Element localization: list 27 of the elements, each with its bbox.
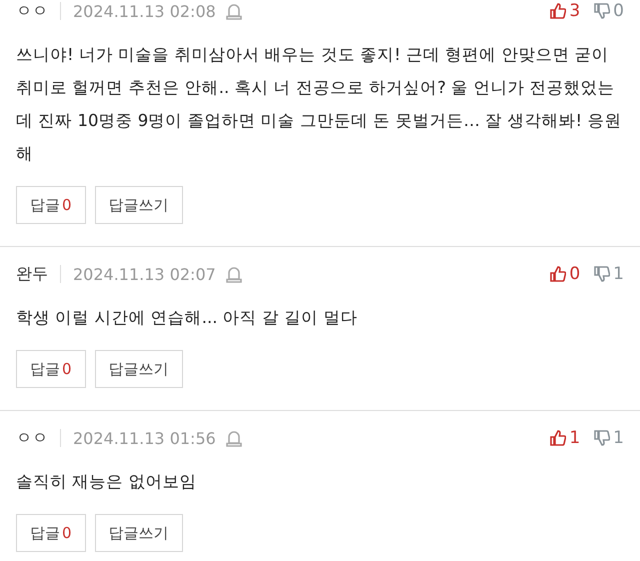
thumbs-down-icon: [594, 430, 610, 446]
write-reply-button[interactable]: 답글쓰기: [94, 186, 183, 224]
thumbs-up-icon: [550, 3, 566, 19]
comment-text: 학생 이럴 시간에 연습해... 아직 갈 길이 멀다: [16, 307, 358, 329]
comment-date: 2024.11.13 02:08: [73, 2, 216, 20]
comment-author: ㅇㅇ: [16, 428, 48, 448]
replies-button[interactable]: 답글 0: [16, 514, 86, 552]
thumbs-down-icon: [594, 266, 610, 282]
replies-button[interactable]: 답글 0: [16, 186, 86, 224]
comment-author: ㅇㅇ: [16, 0, 48, 22]
report-icon[interactable]: [226, 2, 242, 20]
report-icon[interactable]: [226, 429, 242, 447]
comment-text: 솔직히 재능은 없어보임: [16, 471, 198, 493]
write-reply-button[interactable]: 답글쓰기: [94, 514, 183, 552]
thumbs-down-icon: [594, 3, 610, 19]
comment-text: 쓰니야! 너가 미술을 취미삼아서 배우는 것도 좋지! 근데 형편에 안맞으면 굳이 취미로 헐꺼면 추천은 안해.. 혹시 너 전공으로 하거싶어? 울 언니가 전공했었는데 진짜 10명중 9명이 졸업하면 미술 그만둔데 돈 못벌거든… 잘 생각해봐! 응원해: [16, 44, 622, 165]
replies-button[interactable]: 답글 0: [16, 350, 86, 388]
comment-author: 완두: [16, 264, 48, 284]
comment-date: 2024.11.13 02:07: [73, 264, 216, 284]
like-button[interactable]: 3: [550, 1, 580, 21]
like-button[interactable]: 1: [550, 428, 580, 448]
write-reply-button[interactable]: 답글쓰기: [94, 350, 183, 388]
thumbs-up-icon: [550, 266, 566, 282]
report-icon[interactable]: [226, 265, 242, 283]
comment-date: 2024.11.13 01:56: [73, 428, 216, 448]
thumbs-up-icon: [550, 430, 566, 446]
like-button[interactable]: 0: [550, 264, 580, 284]
